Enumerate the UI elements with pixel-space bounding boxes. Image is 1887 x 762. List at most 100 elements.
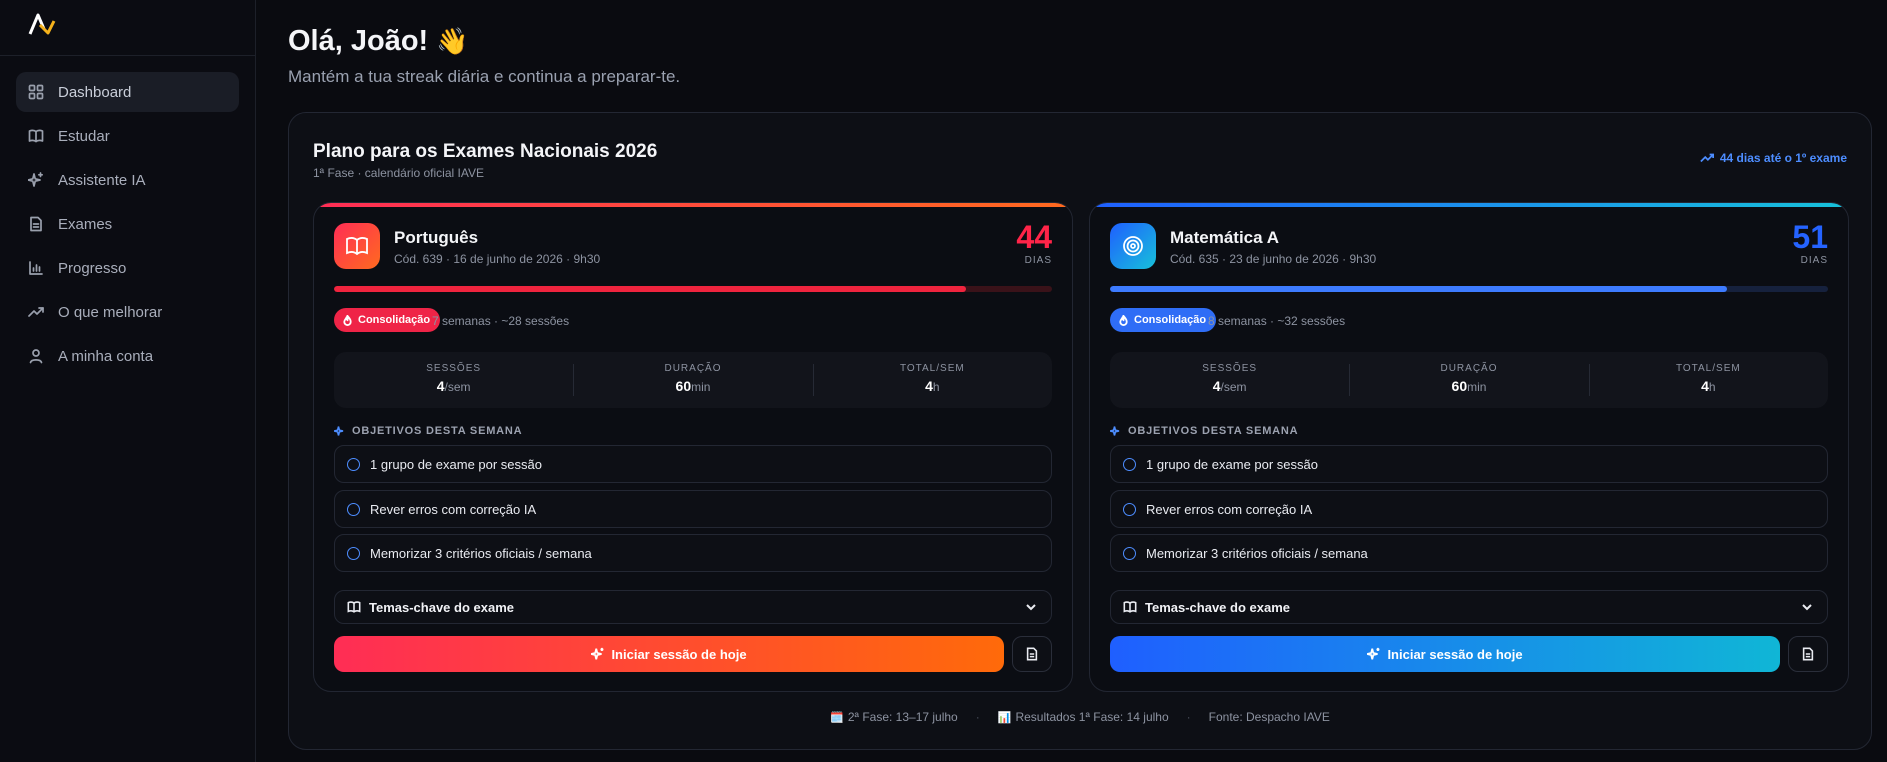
open-book-icon [346,237,368,256]
book-icon [28,128,44,144]
phase2-text: 2ª Fase: 13–17 julho [847,710,958,724]
sidebar-item-progresso[interactable]: Progresso [16,248,239,288]
sparkles-icon [27,172,44,188]
start-session-label: Iniciar sessão de hoje [1387,646,1523,662]
file-icon [28,216,44,232]
sidebar-item-label: A minha conta [58,347,154,365]
plan-subtitle: 1ª Fase · calendário oficial IAVE [313,166,484,180]
stat-unit: min [691,380,711,394]
sidebar-item-label: Assistente IA [58,171,146,189]
exam-name: Português [394,228,479,247]
objective-text: Memorizar 3 critérios oficiais / semana [1146,545,1368,561]
sidebar-item-label: Exames [58,215,113,233]
separator: · [1186,710,1191,724]
stat-unit: /sem [1220,380,1247,394]
circle-icon[interactable] [347,502,360,516]
stat-sessoes: SESSÕES 4/sem [1110,352,1349,408]
objective-item[interactable]: Memorizar 3 critérios oficiais / semana [1110,534,1828,572]
stat-duracao: DURAÇÃO 60min [573,352,812,408]
exam-card-matematica-a: Matemática A Cód. 635 · 23 de junho de 2… [1089,202,1849,692]
sidebar-item-assistente-ia[interactable]: Assistente IA [16,160,239,200]
page-title: Olá, João! 👋 [288,25,469,58]
phase-label: Consolidação [358,314,431,326]
sidebar-item-o-que-melhorar[interactable]: O que melhorar [16,292,239,332]
progress-fill [334,286,966,292]
countdown-text: 44 dias até o 1º exame [1719,151,1847,165]
stat-unit: h [932,380,940,394]
stat-value: 4/sem [1110,378,1349,394]
sidebar-item-a-minha-conta[interactable]: A minha conta [16,336,239,376]
document-button[interactable] [1788,636,1828,672]
results-text: Resultados 1ª Fase: 14 julho [1015,710,1169,724]
objectives-title: OBJETIVOS DESTA SEMANA [1110,425,1298,437]
objective-item[interactable]: Rever erros com correção IA [334,490,1052,528]
book-icon [347,601,361,613]
start-session-button[interactable]: Iniciar sessão de hoje [334,636,1004,672]
trending-up-icon [28,304,44,320]
start-session-label: Iniciar sessão de hoje [611,646,747,662]
stat-label: TOTAL/SEM [899,363,965,374]
sidebar: Dashboard Estudar Assistente IA Exames P… [0,0,256,762]
topics-dropdown[interactable]: Temas-chave do exame [334,590,1052,624]
circle-icon[interactable] [347,457,360,471]
chevron-down-icon [1802,604,1812,611]
phase-info: 8 semanas · ~32 sessões [1208,314,1346,328]
exam-name: Matemática A [1170,228,1279,247]
sidebar-item-label: Progresso [58,259,127,277]
start-session-button[interactable]: Iniciar sessão de hoje [1110,636,1780,672]
objective-text: Memorizar 3 critérios oficiais / semana [370,545,592,561]
stat-number: 4 [925,378,933,394]
phase-badge: Consolidação [334,308,441,332]
stat-duracao: DURAÇÃO 60min [1349,352,1588,408]
circle-icon[interactable] [1123,546,1136,560]
chart-icon: 📊 [997,712,1012,724]
dashboard-icon [28,84,44,100]
results-info: 📊 Resultados 1ª Fase: 14 julho [998,710,1169,724]
plan-title: Plano para os Exames Nacionais 2026 [313,141,658,162]
progress-bar [334,286,1052,292]
circle-icon[interactable] [1123,457,1136,471]
stat-number: 4 [1701,378,1709,394]
topics-label: Temas-chave do exame [1145,599,1290,615]
sidebar-item-dashboard[interactable]: Dashboard [16,72,239,112]
topics-dropdown[interactable]: Temas-chave do exame [1110,590,1828,624]
objectives-title-text: OBJETIVOS DESTA SEMANA [1128,425,1299,437]
days-remaining: 51 [1792,219,1828,255]
file-icon [1802,647,1814,661]
exam-countdown: 44 dias até o 1º exame [1700,151,1847,165]
objective-item[interactable]: Memorizar 3 critérios oficiais / semana [334,534,1052,572]
objective-item[interactable]: 1 grupo de exame por sessão [1110,445,1828,483]
circle-icon[interactable] [1123,502,1136,516]
target-icon [1123,236,1143,256]
circle-icon[interactable] [347,546,360,560]
waving-hand-icon: 👋 [436,26,469,56]
user-icon [28,348,44,364]
sidebar-nav: Dashboard Estudar Assistente IA Exames P… [0,56,255,376]
objectives-title-text: OBJETIVOS DESTA SEMANA [352,425,523,437]
days-remaining: 44 [1016,219,1052,255]
stat-label: DURAÇÃO [1440,363,1498,374]
greeting-text: Olá, João! [288,25,429,57]
sparkles-icon [591,647,604,660]
progress-bar [1110,286,1828,292]
objective-item[interactable]: 1 grupo de exame por sessão [334,445,1052,483]
days-label: DIAS [1800,255,1828,266]
objective-text: Rever erros com correção IA [1146,501,1313,517]
sparkles-icon [1367,647,1380,660]
accent-bar [314,203,1072,207]
sidebar-item-exames[interactable]: Exames [16,204,239,244]
progress-fill [1110,286,1728,292]
stat-sessoes: SESSÕES 4/sem [334,352,573,408]
sidebar-item-label: Estudar [58,127,110,145]
sidebar-item-estudar[interactable]: Estudar [16,116,239,156]
objective-text: 1 grupo de exame por sessão [1146,456,1318,472]
document-button[interactable] [1012,636,1052,672]
stat-number: 4 [436,378,445,394]
app-logo-icon[interactable] [28,12,56,36]
stat-value: 60min [1349,378,1588,394]
objective-item[interactable]: Rever erros com correção IA [1110,490,1828,528]
stat-unit: /sem [444,380,471,394]
stat-value: 4h [813,378,1052,394]
objective-text: 1 grupo de exame por sessão [370,456,542,472]
trending-up-icon [1700,153,1714,163]
